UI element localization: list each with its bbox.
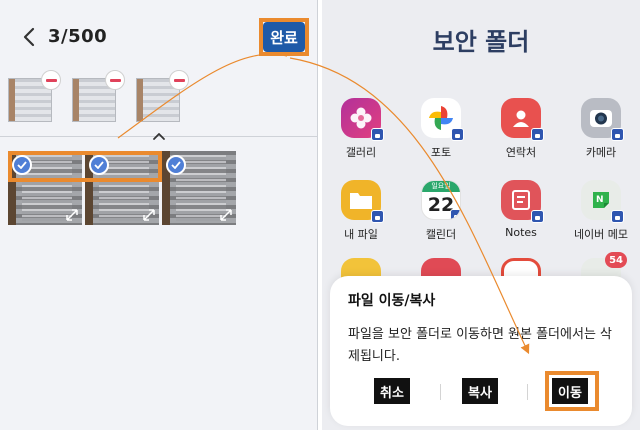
- naver-memo-icon: N: [581, 180, 624, 223]
- app-gallery[interactable]: 갤러리: [326, 98, 396, 160]
- dialog-message: 파일을 보안 폴더로 이동하면 원본 폴더에서는 삭제됩니다.: [348, 327, 612, 364]
- back-arrow-icon[interactable]: [20, 26, 38, 48]
- page-title: 보안 폴더: [432, 28, 530, 56]
- button-divider: [527, 384, 528, 400]
- photo-picker-panel: 3/500 완료: [0, 0, 318, 430]
- camera-icon: [581, 98, 624, 141]
- app-label: 포토: [430, 146, 452, 159]
- chevron-up-icon[interactable]: [152, 131, 166, 141]
- app-notes[interactable]: Notes: [486, 180, 556, 239]
- move-copy-dialog: 파일 이동/복사 파일을 보안 폴더로 이동하면 원본 폴더에서는 삭제됩니다.…: [330, 276, 632, 426]
- remove-icon[interactable]: [169, 70, 189, 90]
- app-label: 연락처: [505, 146, 537, 159]
- highlight-box-done: [259, 18, 309, 56]
- app-naver-memo[interactable]: N 네이버 메모: [566, 180, 636, 242]
- gallery-icon: [341, 98, 384, 141]
- expand-icon[interactable]: [66, 209, 78, 221]
- app-label: Notes: [505, 226, 537, 239]
- remove-icon[interactable]: [41, 70, 61, 90]
- screen: 3/500 완료 보안 폴더 갤러리 포토 연락처 카메라 내 파일 일요일 2…: [0, 0, 640, 430]
- app-label: 갤러리: [345, 146, 377, 159]
- calendar-icon: 일요일 22: [421, 180, 461, 220]
- app-photos[interactable]: 포토: [406, 98, 476, 160]
- notification-badge: 54: [605, 252, 627, 268]
- expand-icon[interactable]: [220, 209, 232, 221]
- highlight-box-move: [545, 371, 599, 411]
- app-camera[interactable]: 카메라: [566, 98, 636, 160]
- highlight-box-selection: [8, 151, 162, 182]
- app-calendar[interactable]: 일요일 22 캘린더: [406, 180, 476, 242]
- copy-button[interactable]: 복사: [462, 378, 498, 404]
- expand-icon[interactable]: [143, 209, 155, 221]
- app-label: 내 파일: [344, 228, 378, 241]
- notes-icon: [501, 180, 544, 223]
- remove-icon[interactable]: [105, 70, 125, 90]
- button-divider: [440, 384, 441, 400]
- svg-text:N: N: [596, 195, 604, 205]
- app-label: 카메라: [585, 146, 617, 159]
- app-my-files[interactable]: 내 파일: [326, 180, 396, 242]
- calendar-weekday: 일요일: [422, 181, 460, 192]
- app-label: 네이버 메모: [573, 228, 629, 241]
- contacts-icon: [501, 98, 544, 141]
- check-icon[interactable]: [166, 155, 186, 175]
- app-contacts[interactable]: 연락처: [486, 98, 556, 160]
- dialog-title: 파일 이동/복사: [348, 293, 436, 309]
- app-label: 캘린더: [425, 228, 457, 241]
- secure-folder-panel: 보안 폴더 갤러리 포토 연락처 카메라 내 파일 일요일 22 캘린더 Not…: [322, 0, 640, 430]
- selection-counter: 3/500: [48, 26, 108, 47]
- my-files-icon: [341, 180, 384, 223]
- cancel-button[interactable]: 취소: [374, 378, 410, 404]
- photos-icon: [421, 98, 464, 141]
